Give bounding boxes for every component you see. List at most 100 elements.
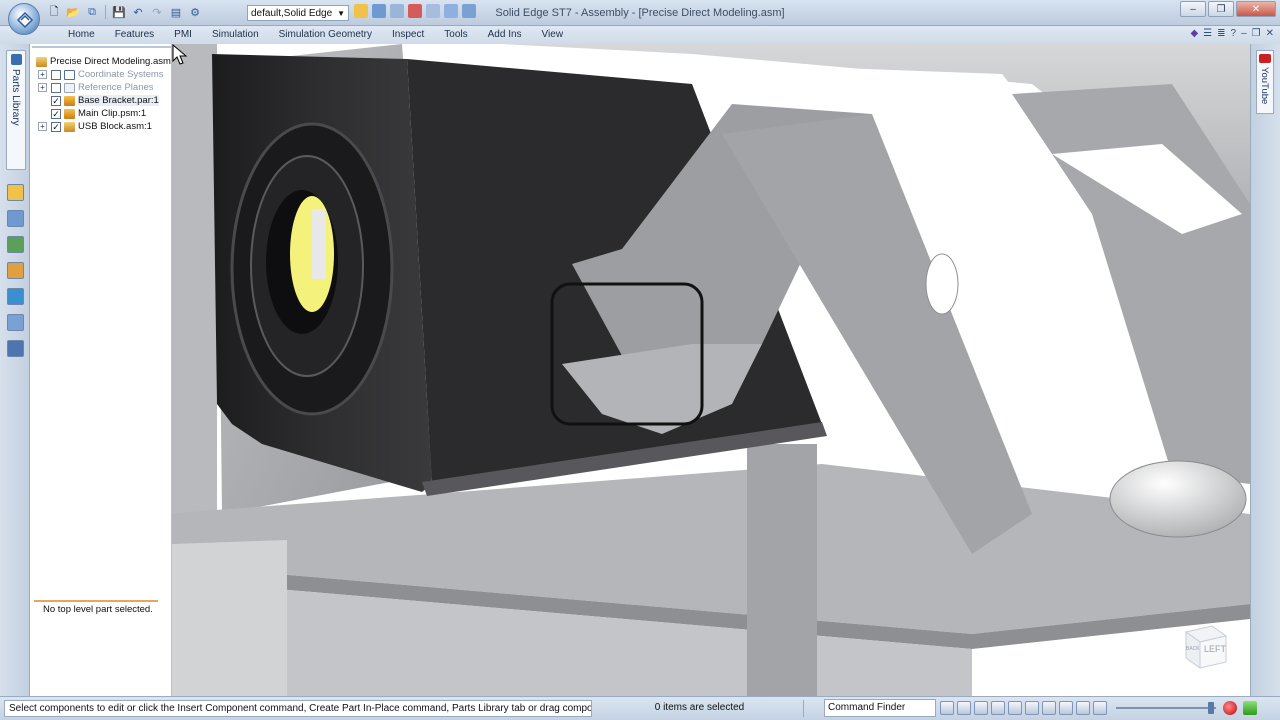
section-icon[interactable] <box>1093 701 1107 715</box>
tab-view[interactable]: View <box>532 28 574 41</box>
ribbon-right-tools: ◆ ☰ ≣ ? – ❐ ✕ <box>1190 28 1274 39</box>
window-controls: – ❐ ✕ <box>1180 1 1276 17</box>
list-icon[interactable]: ☰ <box>1203 28 1212 39</box>
pathfinder-icon[interactable] <box>7 184 24 201</box>
zoom-slider-track <box>1116 707 1216 709</box>
record-icon[interactable] <box>1223 701 1237 715</box>
new-icon[interactable]: 🗋 <box>46 4 62 20</box>
help-icon[interactable]: ? <box>1231 28 1237 39</box>
ribbon-restore-icon[interactable]: ❐ <box>1252 28 1261 39</box>
settings-icon[interactable]: ⚙ <box>187 4 203 20</box>
family-icon[interactable] <box>7 262 24 279</box>
visibility-checkbox[interactable]: ✓ <box>51 108 61 119</box>
maximize-button[interactable]: ❐ <box>1208 1 1234 17</box>
base-leg <box>747 444 817 696</box>
tab-pmi[interactable]: PMI <box>164 28 202 41</box>
ribbon-tab-bar: Home Features PMI Simulation Simulation … <box>0 26 1280 44</box>
usb-connector-pins <box>312 209 326 279</box>
tab-add-ins[interactable]: Add Ins <box>478 28 532 41</box>
sensors-icon[interactable] <box>7 288 24 305</box>
pan-icon[interactable] <box>1008 701 1022 715</box>
tree-item-usb-block[interactable]: + ✓ USB Block.asm:1 <box>38 120 171 133</box>
open-recent-icon[interactable]: ⧉ <box>84 4 100 20</box>
tree-item-label: Reference Planes <box>78 82 154 93</box>
tab-simulation-geometry[interactable]: Simulation Geometry <box>269 28 382 41</box>
spin-icon[interactable] <box>1042 701 1056 715</box>
upload-icon[interactable] <box>1243 701 1257 715</box>
separator <box>105 5 106 19</box>
shading-icon[interactable] <box>462 4 476 18</box>
quick-access-toolbar-2 <box>354 4 476 18</box>
tree-item-coordinate-systems[interactable]: + Coordinate Systems <box>38 68 171 81</box>
expand-icon[interactable]: + <box>38 83 47 92</box>
graphics-window[interactable]: LEFT BACK <box>172 44 1250 696</box>
redo-icon[interactable]: ↷ <box>149 4 165 20</box>
youtube-tab[interactable]: YouTube <box>1256 50 1274 114</box>
delete-icon[interactable] <box>408 4 422 18</box>
expand-icon[interactable]: + <box>38 122 47 131</box>
visibility-checkbox[interactable]: ✓ <box>51 121 61 132</box>
tree-root-label: Precise Direct Modeling.asm <box>50 56 171 67</box>
environment-dropdown[interactable]: default,Solid Edge ▼ <box>247 5 349 21</box>
tree-root[interactable]: Precise Direct Modeling.asm <box>36 55 171 68</box>
tab-features[interactable]: Features <box>105 28 164 41</box>
minimize-button[interactable]: – <box>1180 1 1206 17</box>
properties-icon[interactable]: ▤ <box>168 4 184 20</box>
rotate-icon[interactable] <box>444 4 458 18</box>
layers-icon[interactable] <box>7 210 24 227</box>
application-button[interactable] <box>8 3 40 35</box>
shaded-icon[interactable] <box>1076 701 1090 715</box>
zoom-slider[interactable] <box>1116 702 1216 714</box>
view-cube[interactable]: LEFT BACK <box>1176 624 1228 670</box>
zoom-area-icon[interactable] <box>991 701 1005 715</box>
status-bar: Select components to edit or click the I… <box>0 696 1280 720</box>
save-icon[interactable]: 💾 <box>111 4 127 20</box>
tree-item-reference-planes[interactable]: + Reference Planes <box>38 81 171 94</box>
diamond-icon[interactable]: ◆ <box>1190 28 1198 39</box>
fit-view-icon[interactable] <box>957 701 971 715</box>
sheet-metal-icon <box>64 108 75 119</box>
environment-value: default,Solid Edge <box>251 7 333 19</box>
zoom-area-icon[interactable] <box>372 4 386 18</box>
layers-icon[interactable]: ≣ <box>1217 28 1225 39</box>
pan-icon[interactable] <box>426 4 440 18</box>
coordinate-system-icon <box>64 69 75 80</box>
zoom-slider-thumb[interactable] <box>1208 702 1214 714</box>
assembly-model <box>172 44 1250 696</box>
visibility-checkbox[interactable] <box>51 69 61 80</box>
view-cube-left-label: LEFT <box>1204 644 1227 654</box>
tree-item-label: USB Block.asm:1 <box>78 121 152 132</box>
visibility-checkbox[interactable]: ✓ <box>51 95 61 106</box>
zoom-icon[interactable] <box>974 701 988 715</box>
tab-home[interactable]: Home <box>58 28 105 41</box>
select-tool-icon[interactable] <box>354 4 368 18</box>
arrow-icon[interactable] <box>940 701 954 715</box>
ribbon-close-icon[interactable]: ✕ <box>1266 28 1274 39</box>
parts-library-tab[interactable]: Parts Library <box>6 50 26 170</box>
tree-item-label: Base Bracket.par:1 <box>78 95 159 106</box>
pathfinder-status: No top level part selected. <box>34 600 158 615</box>
expand-icon[interactable]: + <box>38 70 47 79</box>
pathfinder-pane: Precise Direct Modeling.asm + Coordinate… <box>30 44 227 696</box>
camera-icon[interactable] <box>7 340 24 357</box>
ribbon-minimize-icon[interactable]: – <box>1241 28 1247 39</box>
select-tools-icon[interactable] <box>7 236 24 253</box>
command-finder-input[interactable]: Command Finder <box>824 699 936 717</box>
subassembly-icon <box>64 121 75 132</box>
tab-inspect[interactable]: Inspect <box>382 28 434 41</box>
named-views-icon[interactable] <box>1059 701 1073 715</box>
fit-icon[interactable] <box>390 4 404 18</box>
quick-access-toolbar: 🗋 📂 ⧉ 💾 ↶ ↷ ▤ ⚙ <box>46 4 203 20</box>
open-icon[interactable]: 📂 <box>65 4 81 20</box>
rotate-icon[interactable] <box>1025 701 1039 715</box>
relationships-icon[interactable] <box>7 314 24 331</box>
tab-tools[interactable]: Tools <box>434 28 477 41</box>
ribbon-tabs: Home Features PMI Simulation Simulation … <box>58 28 573 41</box>
close-button[interactable]: ✕ <box>1236 1 1276 17</box>
tree-item-base-bracket[interactable]: ✓ Base Bracket.par:1 <box>38 94 171 107</box>
undo-icon[interactable]: ↶ <box>130 4 146 20</box>
tab-simulation[interactable]: Simulation <box>202 28 269 41</box>
selection-count: 0 items are selected <box>596 700 804 717</box>
tree-item-main-clip[interactable]: ✓ Main Clip.psm:1 <box>38 107 171 120</box>
visibility-checkbox[interactable] <box>51 82 61 93</box>
